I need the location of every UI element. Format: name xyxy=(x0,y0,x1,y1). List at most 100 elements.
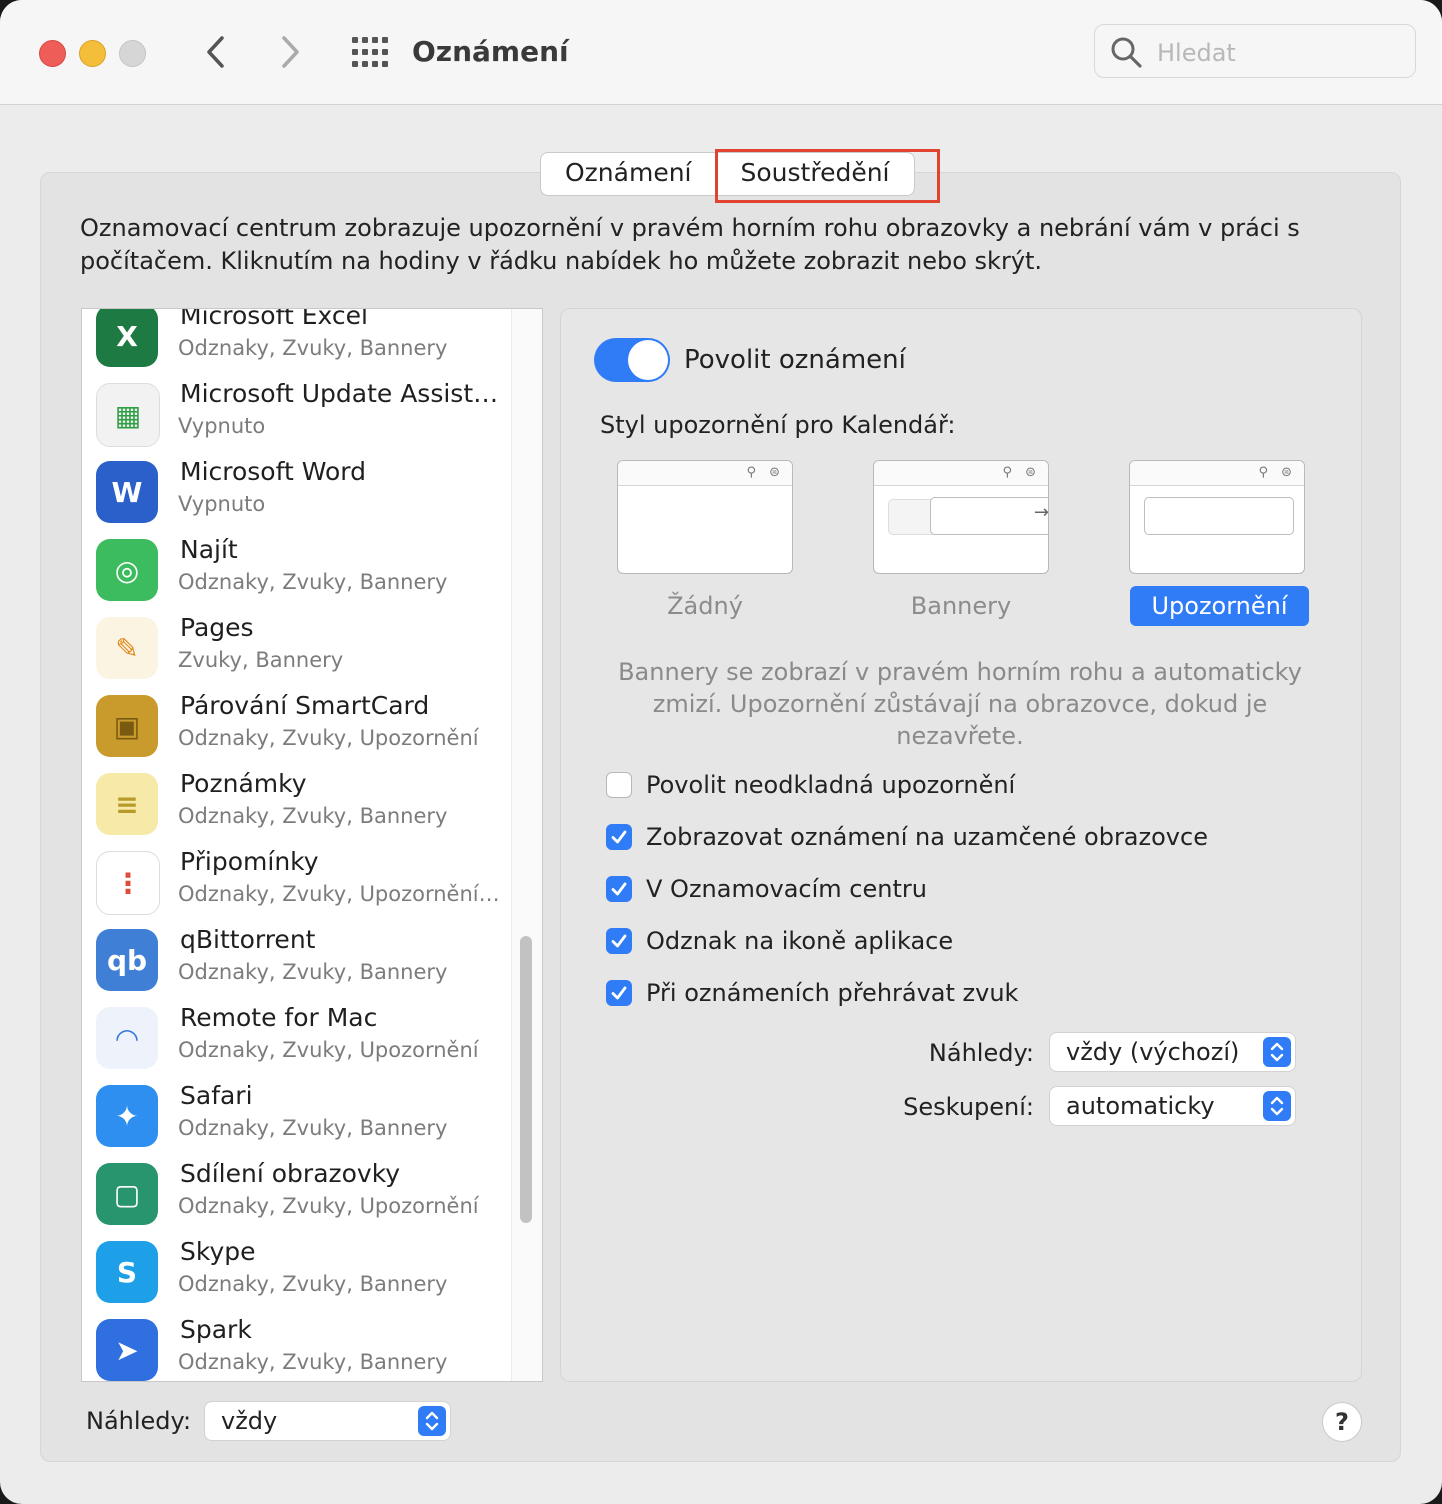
mini-search-icon: ⚲ xyxy=(746,465,756,480)
checkbox[interactable] xyxy=(606,928,632,954)
app-list-item[interactable]: ➤ Spark Odznaky, Zvuky, Bannery xyxy=(82,1313,512,1381)
checkbox[interactable] xyxy=(606,772,632,798)
spark-icon: ➤ xyxy=(96,1319,158,1381)
app-name: Safari xyxy=(180,1081,253,1110)
checkbox-label: V Oznamovacím centru xyxy=(646,875,927,903)
app-list-item[interactable]: ✦ Safari Odznaky, Zvuky, Bannery xyxy=(82,1079,512,1157)
app-name: Párování SmartCard xyxy=(180,691,430,720)
app-alert-summary: Odznaky, Zvuky, Upozornění xyxy=(178,1038,479,1062)
app-alert-summary: Odznaky, Zvuky, Bannery xyxy=(178,1272,448,1296)
mini-control-icon: ⊜ xyxy=(769,465,780,480)
app-alert-summary: Odznaky, Zvuky, Bannery xyxy=(178,570,448,594)
app-alert-summary: Odznaky, Zvuky, Bannery xyxy=(178,336,448,360)
app-alert-summary: Odznaky, Zvuky, Upozornění xyxy=(178,1194,479,1218)
word-icon: W xyxy=(96,461,158,523)
forward-button[interactable] xyxy=(268,30,312,74)
help-button[interactable]: ? xyxy=(1322,1402,1362,1442)
close-button[interactable] xyxy=(39,40,66,67)
grouping-select[interactable]: automaticky xyxy=(1049,1086,1296,1126)
app-list-item[interactable]: ◎ Najít Odznaky, Zvuky, Bannery xyxy=(82,533,512,611)
app-list-item[interactable]: W Microsoft Word Vypnuto xyxy=(82,455,512,533)
style-none-label[interactable]: Žádný xyxy=(615,588,795,624)
checkmark-icon xyxy=(611,986,627,1000)
app-alert-summary: Odznaky, Zvuky, Bannery xyxy=(178,804,448,828)
app-name: Poznámky xyxy=(180,769,307,798)
mini-search-icon: ⚲ xyxy=(1002,465,1012,480)
app-list-item[interactable]: S Skype Odznaky, Zvuky, Bannery xyxy=(82,1235,512,1313)
scrollbar-thumb[interactable] xyxy=(520,936,532,1223)
app-name: qBittorrent xyxy=(180,925,316,954)
checkbox[interactable] xyxy=(606,980,632,1006)
checkbox[interactable] xyxy=(606,876,632,902)
description-text: Oznamovací centrum zobrazuje upozornění … xyxy=(80,214,1300,275)
app-name: Skype xyxy=(180,1237,256,1266)
style-none-preview[interactable]: ⚲ ⊜ xyxy=(617,460,793,574)
checkbox-label: Odznak na ikoně aplikace xyxy=(646,927,954,955)
app-name: Najít xyxy=(180,535,238,564)
app-list-item[interactable]: ▦ Microsoft Update Assist… Vypnuto xyxy=(82,377,512,455)
grouping-label: Seskupení: xyxy=(903,1093,1034,1121)
style-banners-label[interactable]: Bannery xyxy=(871,588,1051,624)
style-alerts-label[interactable]: Upozornění xyxy=(1130,586,1309,626)
app-name: Sdílení obrazovky xyxy=(180,1159,401,1188)
app-list-item[interactable]: ▢ Sdílení obrazovky Odznaky, Zvuky, Upozor… xyxy=(82,1157,512,1235)
checkbox-label: Zobrazovat oznámení na uzamčené obrazovc… xyxy=(646,823,1208,851)
search-input[interactable] xyxy=(1155,35,1399,71)
title-bar: Oznámení xyxy=(0,0,1442,105)
previews-label: Náhledy: xyxy=(928,1039,1034,1067)
chevron-right-icon xyxy=(282,36,299,68)
search-field[interactable] xyxy=(1094,24,1416,78)
preferences-window: Oznámení Oznámení Soustředění Oznamovací… xyxy=(0,0,1442,1504)
app-alert-summary: Odznaky, Zvuky, Bannery xyxy=(178,960,448,984)
qbittorrent-icon: qb xyxy=(96,929,158,991)
app-list-item[interactable]: ◠ Remote for Mac Odznaky, Zvuky, Upozorněn… xyxy=(82,1001,512,1079)
app-list-item[interactable]: qb qBittorrent Odznaky, Zvuky, Bannery xyxy=(82,923,512,1001)
scrollbar-track[interactable] xyxy=(511,309,542,1381)
alert-style-label: Styl upozornění pro Kalendář: xyxy=(600,411,956,439)
app-list-item[interactable]: X Microsoft Excel Odznaky, Zvuky, Bannery xyxy=(82,308,512,377)
updown-chevron-icon xyxy=(418,1406,446,1436)
app-name: Microsoft Word xyxy=(180,457,366,486)
safari-icon: ✦ xyxy=(96,1085,158,1147)
checkbox-label: Povolit neodkladná upozornění xyxy=(646,771,1016,799)
app-alert-summary: Vypnuto xyxy=(178,414,266,438)
show-all-grid-icon[interactable] xyxy=(350,34,390,70)
app-list-item[interactable]: ≡ Poznámky Odznaky, Zvuky, Bannery xyxy=(82,767,512,845)
alert-style-explanation: Bannery se zobrazí v pravém horním rohu … xyxy=(618,658,1302,750)
app-name: Microsoft Excel xyxy=(180,308,368,330)
zoom-button[interactable] xyxy=(119,40,146,67)
app-list-item[interactable]: ▣ Párování SmartCard Odznaky, Zvuky, Upozo… xyxy=(82,689,512,767)
toggle-knob xyxy=(628,340,668,380)
pages-icon: ✎ xyxy=(96,617,158,679)
app-name: Pages xyxy=(180,613,254,642)
updown-chevron-icon xyxy=(1263,1091,1291,1121)
previews-select[interactable]: vždy (výchozí) xyxy=(1049,1032,1296,1072)
checkmark-icon xyxy=(611,830,627,844)
mini-search-icon: ⚲ xyxy=(1258,465,1268,480)
preview-menubar: ⚲ ⊜ xyxy=(874,461,1048,486)
app-list-item[interactable]: ⋮ Připomínky Odznaky, Zvuky, Upozornění… xyxy=(82,845,512,923)
style-alerts-preview[interactable]: ⚲ ⊜ xyxy=(1129,460,1305,574)
tab-bar: Oznámení Soustředění xyxy=(540,149,940,203)
tab-notifications[interactable]: Oznámení xyxy=(541,153,716,195)
back-button[interactable] xyxy=(194,30,238,74)
checkbox[interactable] xyxy=(606,824,632,850)
remote-icon: ◠ xyxy=(96,1007,158,1069)
app-list-item[interactable]: ✎ Pages Zvuky, Bannery xyxy=(82,611,512,689)
allow-notifications-toggle[interactable] xyxy=(594,338,670,382)
alert-box xyxy=(1144,497,1294,535)
app-alert-summary: Odznaky, Zvuky, Upozornění xyxy=(178,726,479,750)
app-list[interactable]: X Microsoft Excel Odznaky, Zvuky, Bannery ▦… xyxy=(81,308,543,1382)
microsoft-update-icon: ▦ xyxy=(96,383,160,447)
search-icon xyxy=(1111,37,1142,68)
tab-focus[interactable]: Soustředění xyxy=(714,149,940,203)
arrow-right-icon: → xyxy=(1033,502,1049,523)
bottom-previews-select[interactable]: vždy xyxy=(204,1401,451,1441)
checkmark-icon xyxy=(611,882,627,896)
excel-icon: X xyxy=(96,309,158,367)
mini-control-icon: ⊜ xyxy=(1281,465,1292,480)
chevron-left-icon xyxy=(207,36,224,68)
minimize-button[interactable] xyxy=(79,40,106,67)
style-banners-preview[interactable]: ⚲ ⊜ → xyxy=(873,460,1049,574)
checkmark-icon xyxy=(611,934,627,948)
